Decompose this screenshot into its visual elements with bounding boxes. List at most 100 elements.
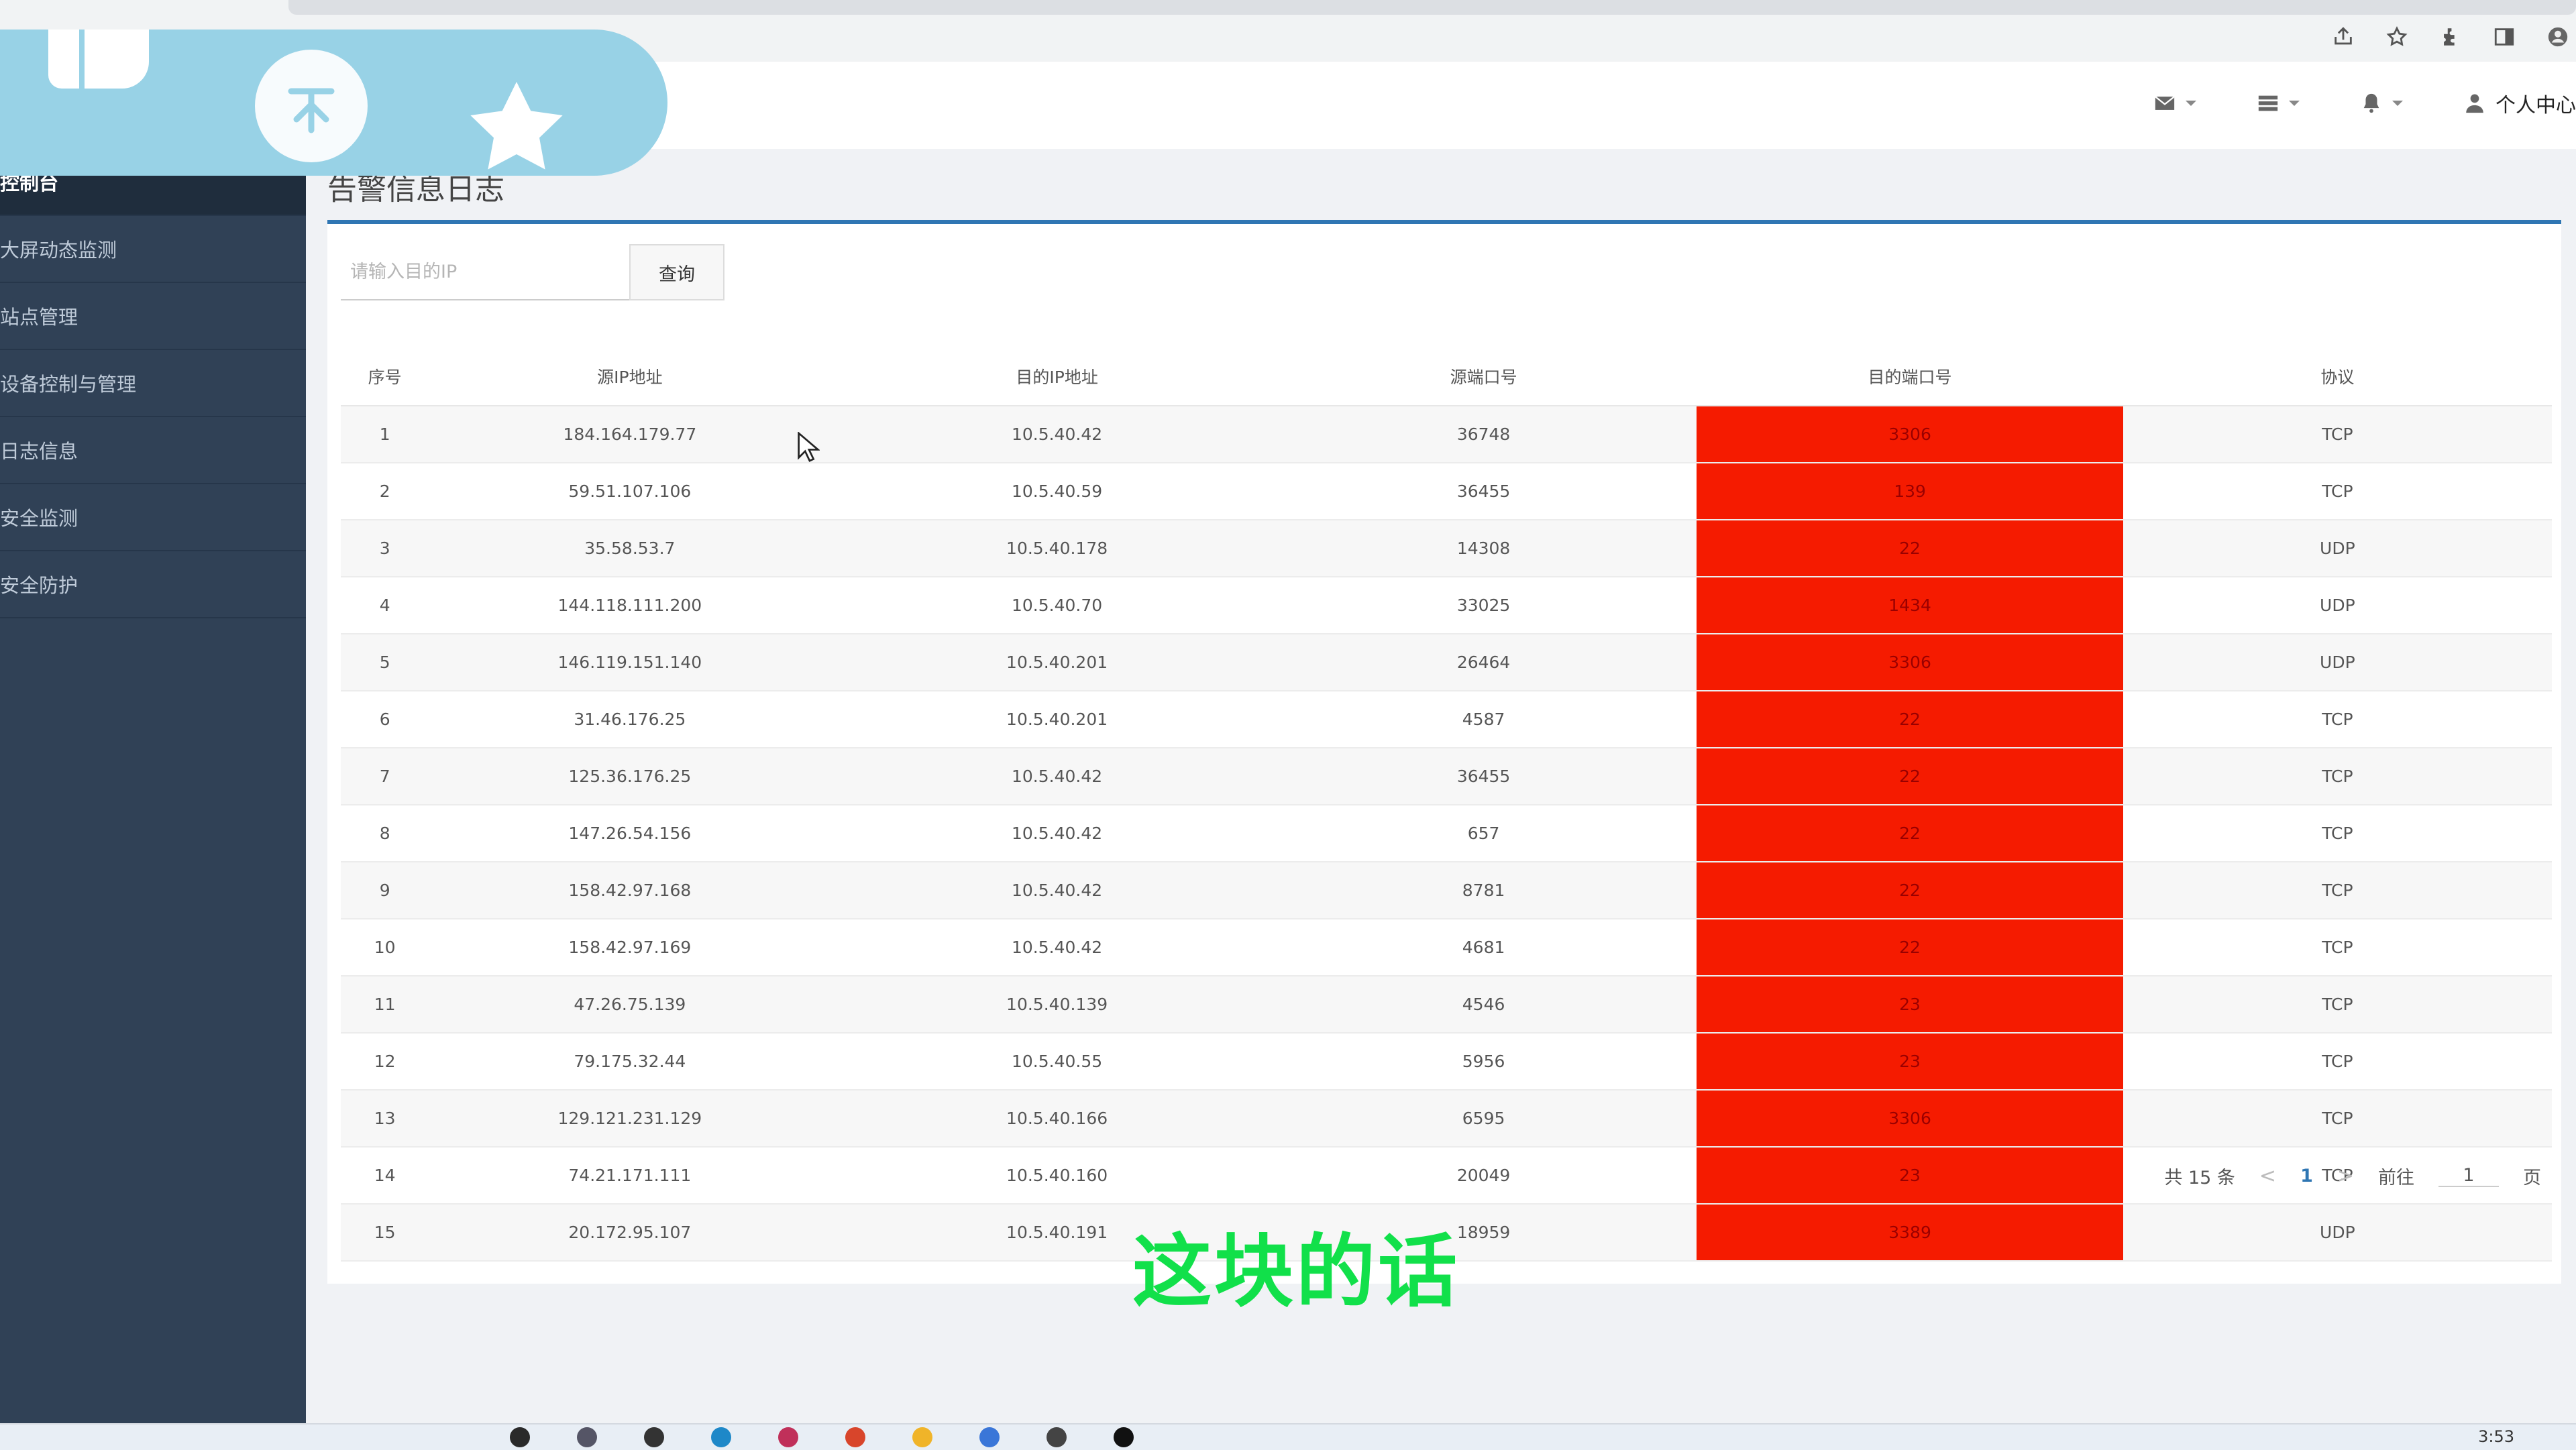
- chevron-down-icon: [2186, 101, 2196, 106]
- cell-source-ip: 47.26.75.139: [416, 976, 844, 1034]
- sidebar-item-label: 安全监测: [0, 507, 78, 530]
- cell-destination-ip: 10.5.40.42: [843, 862, 1271, 919]
- store-icon[interactable]: [644, 1427, 664, 1447]
- column-header-destination-ip[interactable]: 目的IP地址: [843, 347, 1271, 406]
- cell-index: 2: [341, 463, 417, 520]
- next-page-button[interactable]: >: [2337, 1164, 2354, 1188]
- cell-index: 1: [341, 406, 417, 463]
- file-explorer-icon[interactable]: [912, 1427, 932, 1447]
- destination-ip-search-input[interactable]: [341, 244, 629, 300]
- book-icon[interactable]: [48, 30, 149, 89]
- profile-icon[interactable]: [2546, 25, 2569, 48]
- table-row[interactable]: 13 129.121.231.129 10.5.40.166 6595 3306 TCP: [341, 1090, 2552, 1148]
- taskbar-clock[interactable]: 3:53: [2478, 1427, 2514, 1446]
- goto-page-input[interactable]: 1: [2438, 1165, 2499, 1187]
- cell-source-port: 26464: [1270, 634, 1697, 691]
- bookmark-star-icon[interactable]: [2385, 25, 2408, 48]
- tasks-dropdown[interactable]: [2257, 92, 2300, 115]
- cell-destination-ip: 10.5.40.42: [843, 748, 1271, 805]
- table-header-row: 序号 源IP地址 目的IP地址 源端口号 目的端口号 协议: [341, 347, 2552, 406]
- sidebar-item-site-management[interactable]: 站点管理: [0, 283, 306, 350]
- cell-protocol: UDP: [2123, 577, 2552, 634]
- list-icon: [2258, 95, 2278, 111]
- table-row[interactable]: 9 158.42.97.168 10.5.40.42 8781 22 TCP: [341, 862, 2552, 919]
- coin-icon[interactable]: [255, 50, 368, 162]
- edge-browser-icon[interactable]: [711, 1427, 731, 1447]
- pagination: 共 15 条 < 1 > 前往 1 页: [2164, 1163, 2541, 1189]
- cell-index: 12: [341, 1033, 417, 1091]
- table-row[interactable]: 2 59.51.107.106 10.5.40.59 36455 139 TCP: [341, 463, 2552, 520]
- app-icon[interactable]: [1114, 1427, 1134, 1447]
- table-row[interactable]: 12 79.175.32.44 10.5.40.55 5956 23 TCP: [341, 1033, 2552, 1091]
- envelope-icon: [2155, 96, 2175, 110]
- table-row[interactable]: 8 147.26.54.156 10.5.40.42 657 22 TCP: [341, 805, 2552, 862]
- chrome-icon[interactable]: [845, 1427, 865, 1447]
- table-row[interactable]: 5 146.119.151.140 10.5.40.201 26464 3306 UDP: [341, 634, 2552, 691]
- column-header-source-ip[interactable]: 源IP地址: [416, 347, 844, 406]
- cell-index: 9: [341, 862, 417, 919]
- page-number-current[interactable]: 1: [2300, 1166, 2313, 1186]
- cell-protocol: TCP: [2123, 1090, 2552, 1148]
- cell-index: 14: [341, 1147, 417, 1205]
- floating-toolbar-overlay[interactable]: [0, 30, 667, 176]
- settings-icon[interactable]: [1046, 1427, 1067, 1447]
- cell-protocol: UDP: [2123, 634, 2552, 691]
- app-icon[interactable]: [778, 1427, 798, 1447]
- cell-protocol: UDP: [2123, 520, 2552, 577]
- header-tools: 个人中心: [2153, 89, 2576, 118]
- cell-destination-ip: 10.5.40.160: [843, 1147, 1271, 1205]
- cell-destination-ip: 10.5.40.178: [843, 520, 1271, 577]
- cell-index: 6: [341, 691, 417, 748]
- table-row[interactable]: 1 184.164.179.77 10.5.40.42 36748 3306 TCP: [341, 406, 2552, 463]
- favorite-star-icon[interactable]: [463, 75, 570, 182]
- cell-source-port: 5956: [1270, 1033, 1697, 1091]
- cell-index: 15: [341, 1204, 417, 1262]
- prev-page-button[interactable]: <: [2259, 1164, 2276, 1188]
- table-row[interactable]: 6 31.46.176.25 10.5.40.201 4587 22 TCP: [341, 691, 2552, 748]
- cell-destination-ip: 10.5.40.42: [843, 406, 1271, 463]
- search-bar: 查询: [341, 244, 724, 300]
- cell-index: 13: [341, 1090, 417, 1148]
- cell-index: 10: [341, 919, 417, 977]
- column-header-destination-port[interactable]: 目的端口号: [1697, 347, 2123, 406]
- sidebar-item-big-screen-monitor[interactable]: 大屏动态监测: [0, 216, 306, 283]
- table-row[interactable]: 7 125.36.176.25 10.5.40.42 36455 22 TCP: [341, 748, 2552, 805]
- sidebar-item-device-control[interactable]: 设备控制与管理: [0, 350, 306, 417]
- messages-dropdown[interactable]: [2153, 92, 2196, 115]
- side-panel-icon[interactable]: [2493, 25, 2516, 48]
- table-row[interactable]: 10 158.42.97.169 10.5.40.42 4681 22 TCP: [341, 919, 2552, 977]
- cell-destination-port: 3389: [1697, 1204, 2123, 1262]
- share-icon[interactable]: [2332, 25, 2355, 48]
- goto-prefix: 前往: [2378, 1168, 2414, 1188]
- search-icon[interactable]: [510, 1427, 530, 1447]
- alert-log-table: 序号 源IP地址 目的IP地址 源端口号 目的端口号 协议 1 184.164.1…: [341, 347, 2552, 1262]
- notifications-dropdown[interactable]: [2360, 92, 2403, 115]
- sidebar-item-label: 大屏动态监测: [0, 239, 117, 262]
- cell-destination-ip: 10.5.40.42: [843, 805, 1271, 862]
- cell-source-ip: 158.42.97.169: [416, 919, 844, 977]
- sidebar-item-label: 设备控制与管理: [0, 373, 137, 396]
- cell-source-ip: 35.58.53.7: [416, 520, 844, 577]
- column-header-source-port[interactable]: 源端口号: [1270, 347, 1697, 406]
- address-bar[interactable]: [288, 0, 2576, 15]
- extensions-icon[interactable]: [2439, 25, 2462, 48]
- user-center-label: 个人中心: [2496, 94, 2576, 117]
- task-view-icon[interactable]: [577, 1427, 597, 1447]
- cell-destination-port: 22: [1697, 862, 2123, 919]
- cell-source-port: 4681: [1270, 919, 1697, 977]
- cell-source-port: 14308: [1270, 520, 1697, 577]
- column-header-index[interactable]: 序号: [341, 347, 417, 406]
- user-center[interactable]: 个人中心: [2463, 89, 2576, 118]
- app-icon[interactable]: [979, 1427, 1000, 1447]
- cell-source-ip: 74.21.171.111: [416, 1147, 844, 1205]
- column-header-protocol[interactable]: 协议: [2123, 347, 2552, 406]
- cell-destination-port: 3306: [1697, 406, 2123, 463]
- table-row[interactable]: 11 47.26.75.139 10.5.40.139 4546 23 TCP: [341, 976, 2552, 1034]
- browser-actions: [2332, 25, 2569, 48]
- sidebar-item-log-info[interactable]: 日志信息: [0, 417, 306, 484]
- sidebar-item-security-protection[interactable]: 安全防护: [0, 551, 306, 618]
- table-row[interactable]: 3 35.58.53.7 10.5.40.178 14308 22 UDP: [341, 520, 2552, 577]
- sidebar-item-security-monitoring[interactable]: 安全监测: [0, 484, 306, 551]
- table-row[interactable]: 4 144.118.111.200 10.5.40.70 33025 1434 UDP: [341, 577, 2552, 634]
- query-button[interactable]: 查询: [629, 244, 724, 300]
